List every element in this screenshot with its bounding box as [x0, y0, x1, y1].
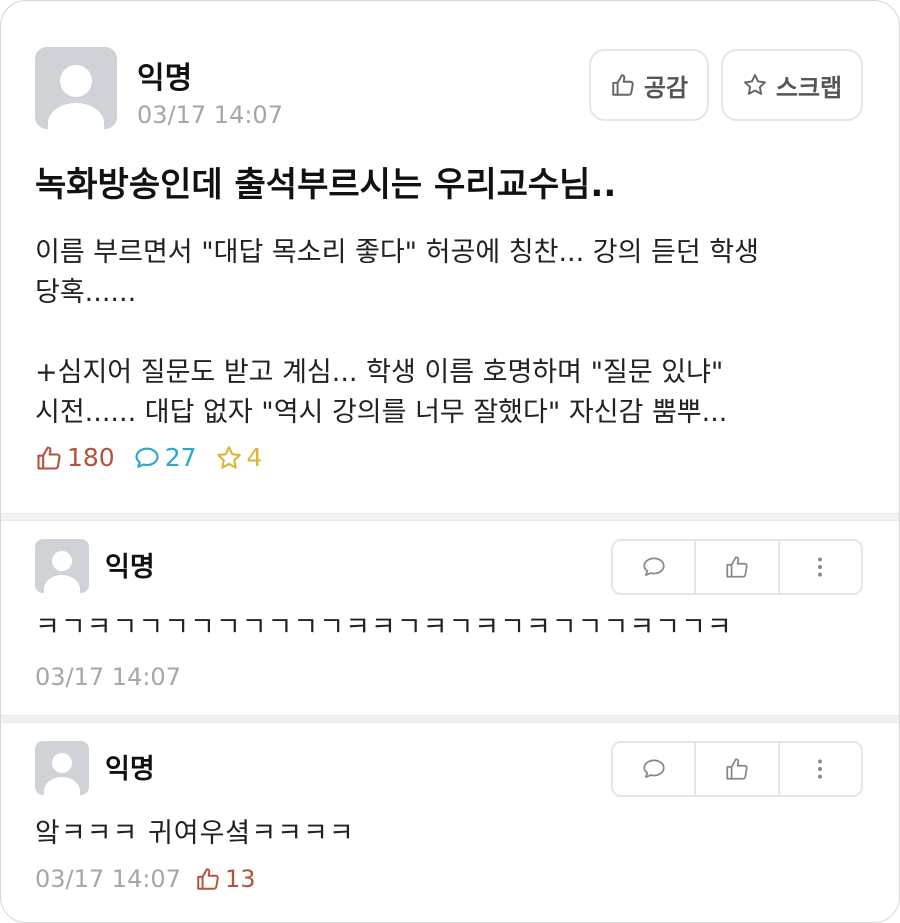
comment-text: 앜ㅋㅋㅋ 귀여우셬ㅋㅋㅋㅋ [35, 818, 355, 849]
comment-action-bar [611, 539, 863, 595]
more-vertical-icon [818, 557, 823, 577]
comment-action-bar [611, 741, 863, 797]
comment-author-name: 익명 [105, 754, 155, 785]
post-scrap-button[interactable]: 스크랩 [721, 49, 863, 121]
post-body-line: 당혹...... [35, 277, 137, 308]
more-vertical-icon [818, 759, 823, 779]
section-divider [1, 715, 899, 723]
comment-like-count-value: 13 [224, 865, 256, 893]
post-like-button[interactable]: 공감 [589, 49, 709, 121]
post-body-line: +심지어 질문도 받고 계심... 학생 이름 호명하며 "질문 있냐" [35, 357, 724, 388]
comment-date: 03/17 14:07 [35, 663, 181, 691]
thumbs-up-icon [37, 445, 61, 470]
comment-meta: 03/17 14:07 [35, 663, 181, 691]
star-icon [743, 74, 766, 95]
thumbs-up-icon [726, 758, 748, 780]
comment-author-avatar [35, 741, 89, 795]
comment-text: ㅋㄱㅋㄱㄱㄱㄱㄱㄱㄱㄱㄱㅋㅋㄱㅋㄱㅋㄱㅋㄱㄱㄱㅋㄱㄱㅋ [35, 612, 733, 643]
comment-item: 익명 ㅋㄱㅋㄱㄱㄱㄱㄱㄱㄱㄱㄱㅋㅋㄱㅋㄱㅋㄱㅋㄱㄱㄱㅋㄱㄱㅋ 03/17 14:… [1, 521, 899, 715]
post-scrap-count-value: 4 [246, 443, 263, 472]
post-scrap-button-label: 스크랩 [775, 73, 843, 102]
reply-button[interactable] [613, 743, 697, 795]
post-title: 녹화방송인데 출석부르시는 우리교수님.. [35, 165, 617, 205]
post-comment-count-value: 27 [164, 443, 197, 472]
comment-author-name: 익명 [105, 552, 155, 583]
comment-more-button[interactable] [780, 541, 861, 593]
thumbs-up-icon [197, 868, 219, 890]
post-scrap-count: 4 [215, 443, 263, 472]
post-body-line: 시전...... 대답 없자 "역시 강의를 너무 잘했다" 자신감 뿜뿌... [35, 397, 728, 428]
thumbs-up-icon [726, 556, 748, 578]
comment-author-avatar [35, 539, 89, 593]
post-author-name: 익명 [137, 61, 193, 96]
post-article: 익명 03/17 14:07 공감 스크랩 녹화방송인데 출석부르시는 우리교수… [1, 1, 899, 513]
post-date: 03/17 14:07 [137, 101, 283, 129]
comment-like-count: 13 [195, 865, 256, 893]
post-like-count-value: 180 [67, 443, 115, 472]
post-comment-count: 27 [133, 443, 197, 472]
comment-like-button[interactable] [696, 541, 780, 593]
post-author-avatar [35, 47, 117, 129]
screenshot-frame: 익명 03/17 14:07 공감 스크랩 녹화방송인데 출석부르시는 우리교수… [0, 0, 900, 923]
post-like-count: 180 [35, 443, 115, 472]
comment-more-button[interactable] [780, 743, 861, 795]
speech-bubble-icon [135, 447, 159, 468]
comment-date: 03/17 14:07 [35, 865, 181, 893]
thumbs-up-icon [612, 74, 634, 96]
comment-like-button[interactable] [696, 743, 780, 795]
speech-bubble-icon [643, 759, 665, 778]
post-stats: 180 27 4 [35, 443, 280, 472]
reply-button[interactable] [613, 541, 697, 593]
comment-meta: 03/17 14:07 13 [35, 865, 256, 893]
speech-bubble-icon [643, 557, 665, 576]
post-body-line: 이름 부르면서 "대답 목소리 좋다" 허공에 칭찬... 강의 듣던 학생 [35, 237, 759, 268]
star-icon [216, 445, 241, 469]
post-body: 이름 부르면서 "대답 목소리 좋다" 허공에 칭찬... 강의 듣던 학생 당… [35, 233, 875, 433]
comment-item: 익명 앜ㅋㅋㅋ 귀여우셬ㅋㅋㅋㅋ 03/17 14:07 13 [1, 723, 899, 922]
post-like-button-label: 공감 [643, 73, 689, 102]
section-divider [1, 513, 899, 521]
post-body-blank-line [35, 313, 875, 353]
